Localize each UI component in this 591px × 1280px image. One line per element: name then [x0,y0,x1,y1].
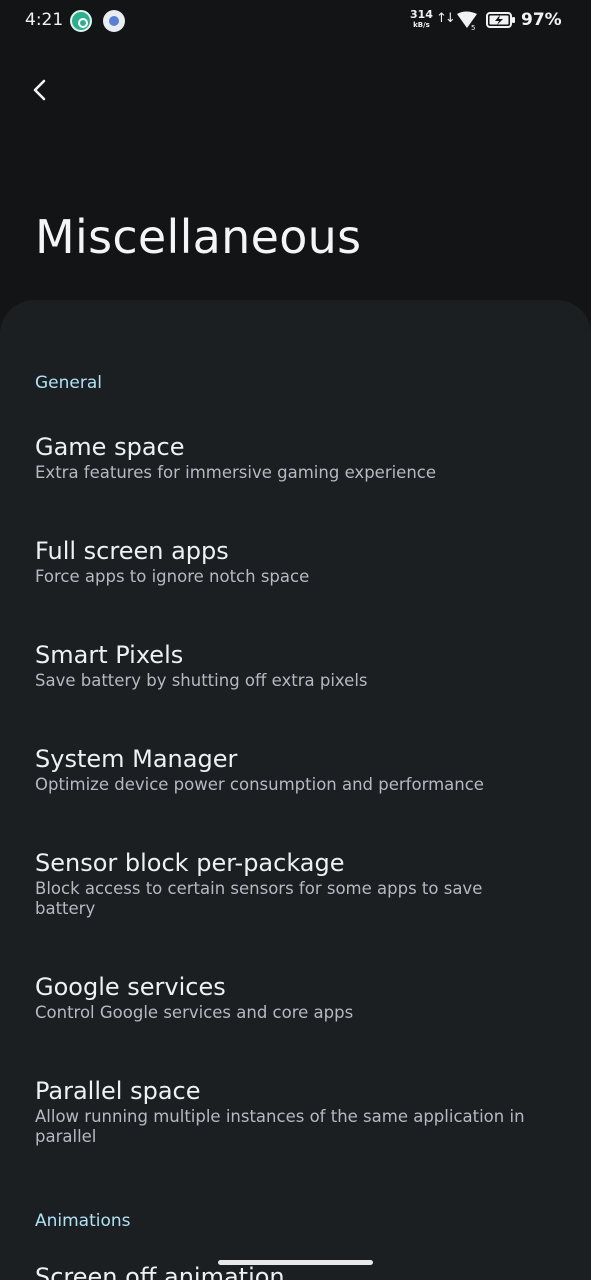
pref-sensor-block[interactable]: Sensor block per-package Block access to… [0,848,591,919]
status-bar: 4:21 314 kB/s ↑↓ 5 97% [0,0,591,42]
back-button[interactable] [22,72,58,108]
pref-title: Game space [35,433,185,461]
page-title: Miscellaneous [35,210,362,264]
battery-charging-icon [486,12,515,28]
battery-percent: 97% [521,10,562,30]
chevron-left-icon [33,79,46,101]
pref-summary: Allow running multiple instances of the … [35,1107,525,1146]
section-header-general: General [35,373,102,393]
pref-title: Parallel space [35,1077,201,1105]
screen: 4:21 314 kB/s ↑↓ 5 97% Miscellaneous Gen… [0,0,591,1280]
pref-summary: Force apps to ignore notch space [35,567,310,586]
gesture-nav-handle[interactable] [218,1260,373,1265]
pref-summary: Optimize device power consumption and pe… [35,775,484,794]
data-arrows-icon: ↑↓ [436,11,456,26]
pref-game-space[interactable]: Game space Extra features for immersive … [0,432,591,483]
pref-parallel-space[interactable]: Parallel space Allow running multiple in… [0,1076,591,1147]
pref-full-screen-apps[interactable]: Full screen apps Force apps to ignore no… [0,536,591,587]
pref-title: System Manager [35,745,238,773]
pref-smart-pixels[interactable]: Smart Pixels Save battery by shutting of… [0,640,591,691]
status-time: 4:21 [25,10,64,30]
section-header-animations: Animations [35,1211,131,1231]
settings-card: General Game space Extra features for im… [0,300,591,1280]
app-notification-icon [70,10,92,32]
wifi-signal-icon: 5 [457,11,477,31]
network-speed-unit: kB/s [413,21,430,29]
pref-title: Sensor block per-package [35,849,345,877]
settings-app-icon [103,10,125,32]
pref-summary: Control Google services and core apps [35,1003,354,1022]
pref-system-manager[interactable]: System Manager Optimize device power con… [0,744,591,795]
pref-google-services[interactable]: Google services Control Google services … [0,972,591,1023]
pref-summary: Block access to certain sensors for some… [35,879,483,918]
pref-title: Google services [35,973,226,1001]
network-tag: 5 [471,24,475,31]
network-speed: 314 kB/s [410,9,433,30]
pref-title: Full screen apps [35,537,229,565]
pref-title: Smart Pixels [35,641,184,669]
pref-summary: Extra features for immersive gaming expe… [35,463,437,482]
pref-summary: Save battery by shutting off extra pixel… [35,671,368,690]
